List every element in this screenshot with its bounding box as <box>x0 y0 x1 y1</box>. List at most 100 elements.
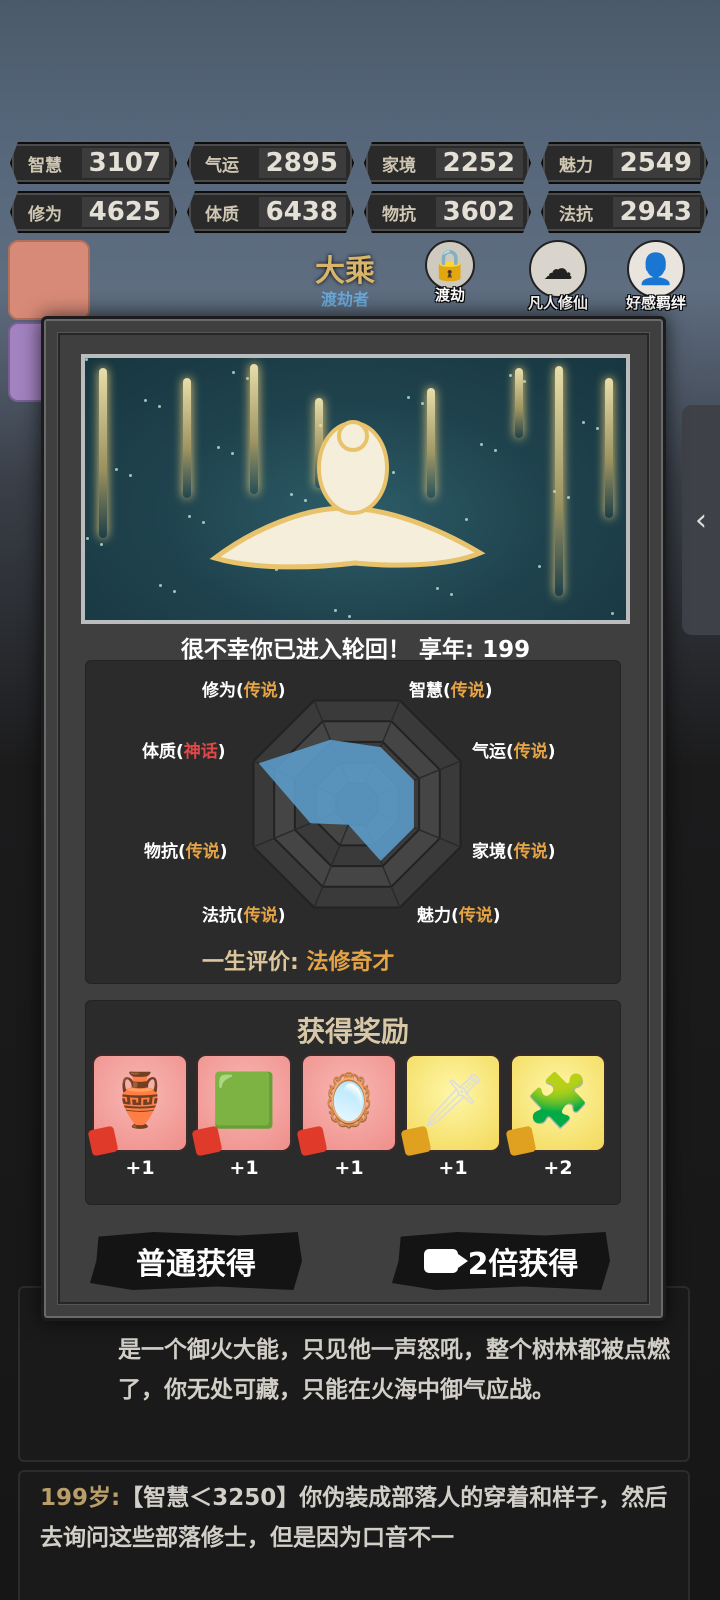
skill-book-button[interactable] <box>8 240 90 320</box>
stat-value: 4625 <box>88 197 161 227</box>
side-collapse-tab[interactable]: ‹ <box>682 405 720 635</box>
stat-4: 修为 4625 <box>10 191 177 233</box>
reward-item[interactable]: 🧩 <box>505 1054 606 1157</box>
stat-value: 3107 <box>88 148 161 178</box>
attribute-radar-panel <box>85 660 621 984</box>
jade-seal-icon: 🟩 <box>211 1071 277 1131</box>
stat-value: 3602 <box>442 197 515 227</box>
axis-grade: 传说 <box>513 842 548 862</box>
radar-axis-label: 体质(神话) <box>142 742 226 762</box>
sword-icon: 🗡 <box>419 1071 486 1131</box>
fragment-icon <box>400 1125 432 1157</box>
normal-claim-button[interactable]: 普通获得 <box>90 1232 302 1290</box>
axis-name: 家境 <box>472 842 506 862</box>
axis-name: 智慧 <box>409 681 443 701</box>
stat-0: 智慧 3107 <box>10 142 177 184</box>
log-entry2-text: 【智慧＜3250】你伪装成部落人的穿着和样子，然后去询问这些部落修士，但是因为口… <box>40 1485 668 1551</box>
double-claim-label: 2倍获得 <box>467 1247 579 1282</box>
stat-value: 2252 <box>442 148 515 178</box>
character-portrait-icon: 👤 <box>627 240 685 298</box>
axis-grade: 传说 <box>243 681 278 701</box>
axis-grade: 神话 <box>183 742 218 762</box>
stat-label: 家境 <box>382 155 416 176</box>
stat-5: 体质 6438 <box>187 191 354 233</box>
reward-count: +1 <box>334 1157 364 1179</box>
axis-grade: 传说 <box>185 842 220 862</box>
dujie-label: 渡劫 <box>434 286 465 304</box>
stat-label: 气运 <box>205 155 239 176</box>
double-claim-button[interactable]: 2倍获得 <box>392 1232 610 1290</box>
axis-name: 气运 <box>472 742 506 762</box>
reward-count: +1 <box>125 1157 155 1179</box>
chevron-left-icon: ‹ <box>695 502 707 538</box>
stat-value: 2943 <box>619 197 692 227</box>
log-entry-text-2: 199岁:【智慧＜3250】你伪装成部落人的穿着和样子，然后去询问这些部落修士，… <box>40 1478 676 1558</box>
radar-axis-label: 魅力(传说) <box>417 906 501 926</box>
stat-label: 修为 <box>28 204 62 225</box>
eval-value: 法修奇才 <box>306 950 395 975</box>
stat-3: 魅力 2549 <box>541 142 708 184</box>
stat-2: 家境 2252 <box>364 142 531 184</box>
reward-count: +1 <box>229 1157 259 1179</box>
bond-label: 好感羁绊 <box>626 294 687 312</box>
dujie-button[interactable]: 🔒 渡劫 <box>425 240 475 305</box>
video-camera-icon <box>423 1249 468 1273</box>
axis-grade: 传说 <box>243 906 278 926</box>
radar-axis-label: 智慧(传说) <box>409 681 493 701</box>
fragment-icon <box>191 1125 223 1157</box>
axis-name: 物抗 <box>144 842 178 862</box>
log-age: 199岁: <box>40 1485 121 1511</box>
stat-label: 体质 <box>205 204 239 225</box>
stat-label: 魅力 <box>559 155 593 176</box>
incense-burner-icon: 🏺 <box>107 1071 173 1131</box>
fragment-icon <box>87 1125 119 1157</box>
stat-1: 气运 2895 <box>187 142 354 184</box>
axis-name: 魅力 <box>417 906 451 926</box>
radar-axis-label: 修为(传说) <box>202 681 286 701</box>
fragment-icon <box>296 1125 328 1157</box>
reward-item[interactable]: 🗡 <box>400 1054 501 1157</box>
mortal-label: 凡人修仙 <box>528 294 589 312</box>
realm-sub: 渡劫者 <box>320 290 369 309</box>
reward-item[interactable]: 🏺 <box>87 1054 188 1157</box>
realm-name: 大乘 <box>315 254 375 289</box>
reward-count: +1 <box>438 1157 468 1179</box>
mortal-button[interactable]: ☁ 凡人修仙 <box>528 240 588 313</box>
normal-claim-label: 普通获得 <box>136 1247 256 1282</box>
cloud-figure-icon: ☁ <box>529 240 587 298</box>
axis-name: 体质 <box>142 742 176 762</box>
meditation-scene-image <box>81 354 630 624</box>
death-message: 很不幸你已进入轮回！ 享年: 199 <box>180 637 531 663</box>
lock-icon: 🔒 <box>425 240 475 290</box>
bond-button[interactable]: 👤 好感羁绊 <box>626 240 686 313</box>
radar-axis-label: 法抗(传说) <box>202 906 286 926</box>
reward-item[interactable]: 🟩 <box>191 1054 292 1157</box>
reward-title: 获得奖励 <box>296 1015 409 1048</box>
radar-axis-label: 家境(传说) <box>472 842 556 862</box>
stat-6: 物抗 3602 <box>364 191 531 233</box>
stat-label: 物抗 <box>382 204 416 225</box>
axis-grade: 传说 <box>458 906 493 926</box>
life-evaluation: 一生评价: 法修奇才 <box>202 944 395 976</box>
axis-name: 法抗 <box>202 906 236 926</box>
puzzle-piece-icon: 🧩 <box>525 1071 591 1131</box>
stat-value: 2549 <box>619 148 692 178</box>
radar-axis-label: 气运(传说) <box>472 742 556 762</box>
attribute-radar-chart <box>252 699 462 909</box>
reward-item[interactable]: 🪞 <box>296 1054 397 1157</box>
stat-value: 6438 <box>265 197 338 227</box>
eval-label: 一生评价: <box>202 950 299 975</box>
fragment-icon <box>505 1125 537 1157</box>
stat-label: 智慧 <box>28 155 62 176</box>
realm-display: 大乘 渡劫者 <box>290 246 400 310</box>
radar-axis-label: 物抗(传说) <box>144 842 228 862</box>
axis-name: 修为 <box>202 681 236 701</box>
mirror-icon: 🪞 <box>316 1071 382 1131</box>
stat-7: 法抗 2943 <box>541 191 708 233</box>
reward-count: +2 <box>543 1157 573 1179</box>
stat-label: 法抗 <box>559 204 593 225</box>
axis-grade: 传说 <box>513 742 548 762</box>
meditating-sage-illustration <box>209 420 486 570</box>
log-entry-text: 是一个御火大能，只见他一声怒吼，整个树林都被点燃了，你无处可藏，只能在火海中御气… <box>118 1337 670 1403</box>
axis-grade: 传说 <box>450 681 485 701</box>
